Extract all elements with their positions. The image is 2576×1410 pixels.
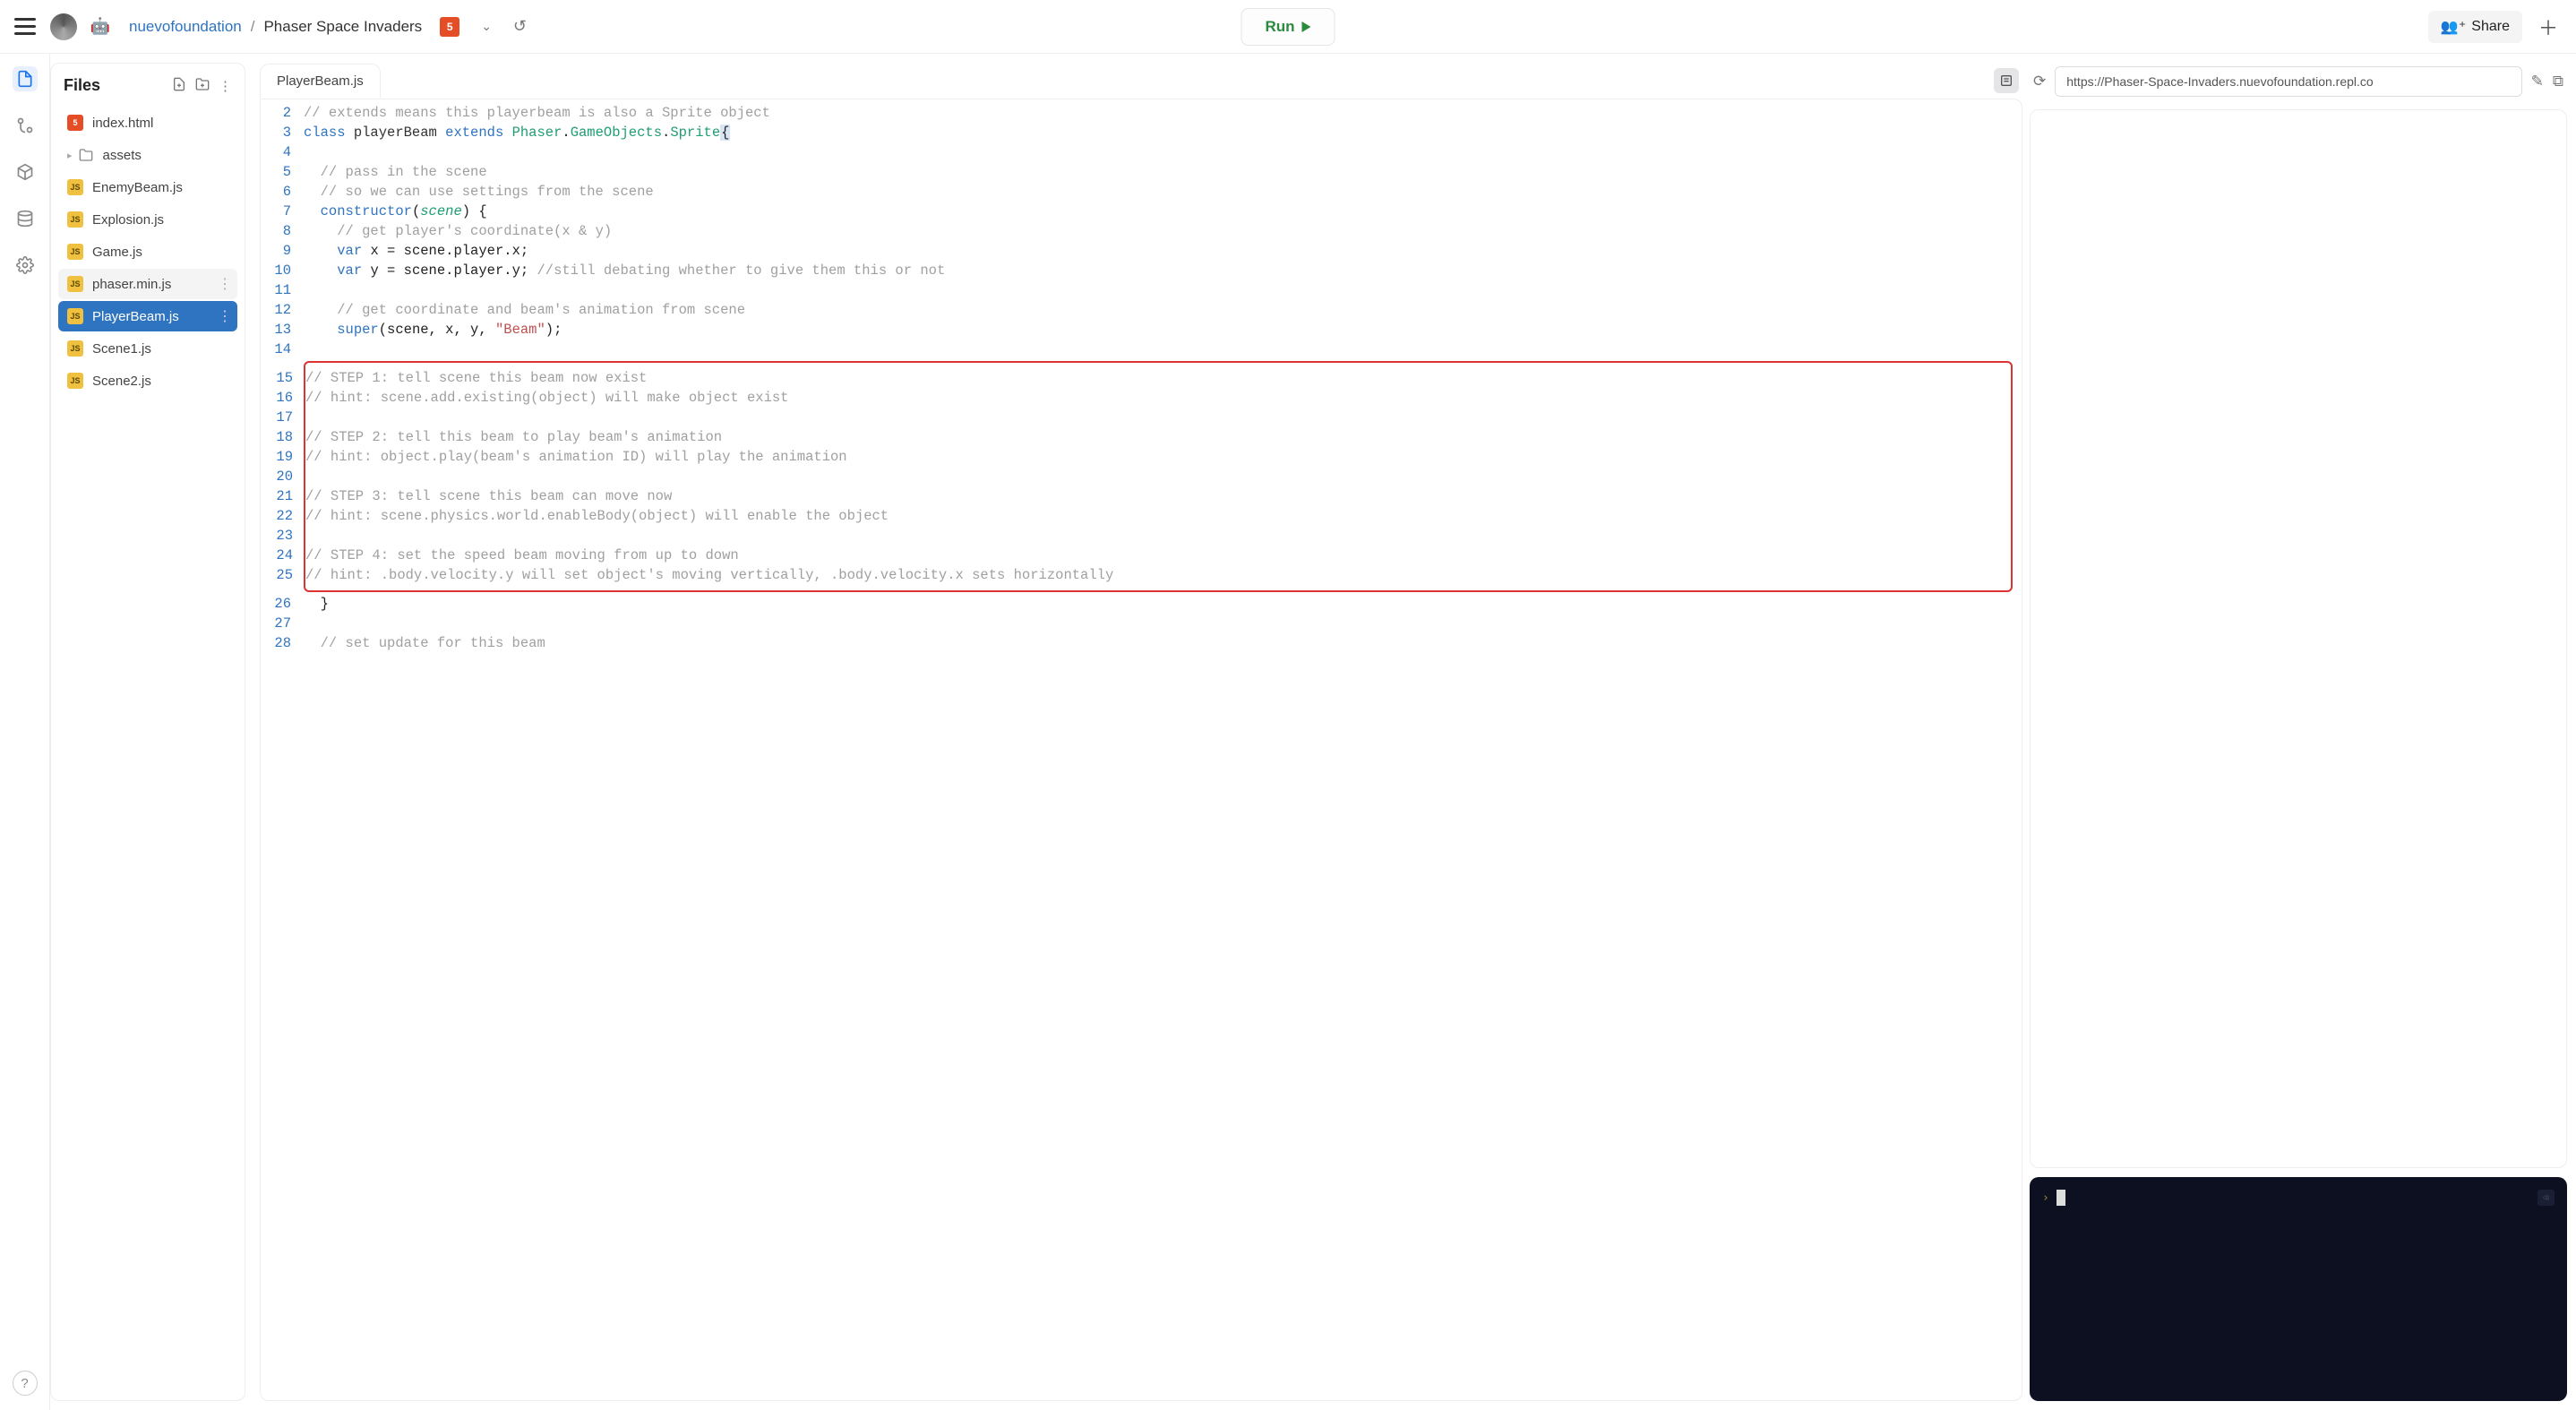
files-tab-icon[interactable] [13,66,38,91]
code-comment: // extends means this playerbeam is also… [304,105,770,121]
console-clear-icon[interactable]: ⌫ [2537,1190,2555,1206]
user-plus-icon: 👥⁺ [2441,18,2466,36]
breadcrumb: nuevofoundation / Phaser Space Invaders … [129,17,527,37]
preview-pane[interactable] [2030,109,2567,1168]
packages-icon[interactable] [13,159,38,185]
open-external-icon[interactable]: ⧉ [2553,73,2563,90]
more-icon[interactable]: ⋮ [219,78,232,94]
file-list: 5 index.html ▸ assets JS EnemyBeam.js JS Exp… [51,104,245,400]
file-label: assets [103,148,142,163]
avatar-icon[interactable]: 🤖 [88,14,113,39]
file-label: index.html [92,116,153,131]
file-label: PlayerBeam.js [92,309,179,324]
hamburger-icon[interactable] [14,16,36,38]
file-item-scene1[interactable]: JS Scene1.js [58,333,237,364]
chevron-right-icon: ▸ [67,150,73,161]
right-column: ⟳ ✎ ⧉ › ⌫ [2030,63,2567,1401]
top-bar: 🤖 nuevofoundation / Phaser Space Invader… [0,0,2576,54]
version-control-icon[interactable] [13,113,38,138]
preview-url-input[interactable] [2055,66,2521,97]
html5-icon: 5 [440,17,459,37]
js-file-icon: JS [67,179,83,195]
docs-icon[interactable] [1994,68,2019,93]
share-label: Share [2471,19,2510,35]
js-file-icon: JS [67,276,83,292]
preview-url-bar: ⟳ ✎ ⧉ [2030,63,2567,100]
breadcrumb-user[interactable]: nuevofoundation [129,18,242,36]
file-item-explosion[interactable]: JS Explosion.js [58,204,237,235]
file-label: Scene2.js [92,374,151,389]
tab-playerbeam[interactable]: PlayerBeam.js [260,64,381,98]
editor-column: PlayerBeam.js 2// extends means this pla… [260,63,2022,1401]
tab-bar: PlayerBeam.js [260,63,2022,99]
file-label: Game.js [92,245,142,260]
breadcrumb-project[interactable]: Phaser Space Invaders [263,18,422,36]
js-file-icon: JS [67,340,83,357]
history-icon[interactable]: ↺ [513,17,527,36]
file-item-assets[interactable]: ▸ assets [58,140,237,170]
js-file-icon: JS [67,308,83,324]
plus-icon[interactable]: ＋ [2535,9,2562,45]
file-item-playerbeam[interactable]: JS PlayerBeam.js ⋮ [58,301,237,331]
highlighted-region: 15// STEP 1: tell scene this beam now ex… [304,361,2013,592]
share-button[interactable]: 👥⁺ Share [2428,11,2522,43]
run-button[interactable]: Run [1241,8,1335,46]
main: ? Files ⋮ 5 index.html ▸ assets JS EnemyBea… [0,54,2576,1410]
breadcrumb-separator: / [251,18,255,36]
edit-icon[interactable]: ✎ [2531,73,2544,90]
file-label: phaser.min.js [92,277,171,292]
code-editor[interactable]: 2// extends means this playerbeam is als… [260,99,2022,1401]
replit-logo-icon[interactable] [50,13,77,40]
files-title: Files [64,76,163,95]
console-pane[interactable]: › ⌫ [2030,1177,2567,1401]
file-item-phaser[interactable]: JS phaser.min.js ⋮ [58,269,237,299]
database-icon[interactable] [13,206,38,231]
js-file-icon: JS [67,211,83,228]
files-panel: Files ⋮ 5 index.html ▸ assets JS EnemyBeam.… [50,63,245,1401]
js-file-icon: JS [67,244,83,260]
console-prompt-icon: › [2042,1191,2049,1205]
file-item-scene2[interactable]: JS Scene2.js [58,365,237,396]
run-label: Run [1265,18,1294,36]
chevron-down-icon[interactable]: ⌄ [481,19,492,34]
settings-icon[interactable] [13,253,38,278]
file-item-index[interactable]: 5 index.html [58,107,237,138]
file-label: Scene1.js [92,341,151,357]
item-more-icon[interactable]: ⋮ [218,275,232,293]
file-item-enemybeam[interactable]: JS EnemyBeam.js [58,172,237,202]
help-icon[interactable]: ? [13,1371,38,1396]
file-item-game[interactable]: JS Game.js [58,236,237,267]
file-label: EnemyBeam.js [92,180,183,195]
new-folder-icon[interactable] [195,77,210,95]
js-file-icon: JS [67,373,83,389]
folder-icon [78,147,94,163]
reload-icon[interactable]: ⟳ [2033,73,2046,90]
file-label: Explosion.js [92,212,164,228]
left-rail: ? [0,54,50,1410]
html-file-icon: 5 [67,115,83,131]
console-cursor [2057,1190,2065,1206]
play-icon [1302,21,1311,32]
item-more-icon[interactable]: ⋮ [218,307,232,325]
new-file-icon[interactable] [172,77,186,95]
